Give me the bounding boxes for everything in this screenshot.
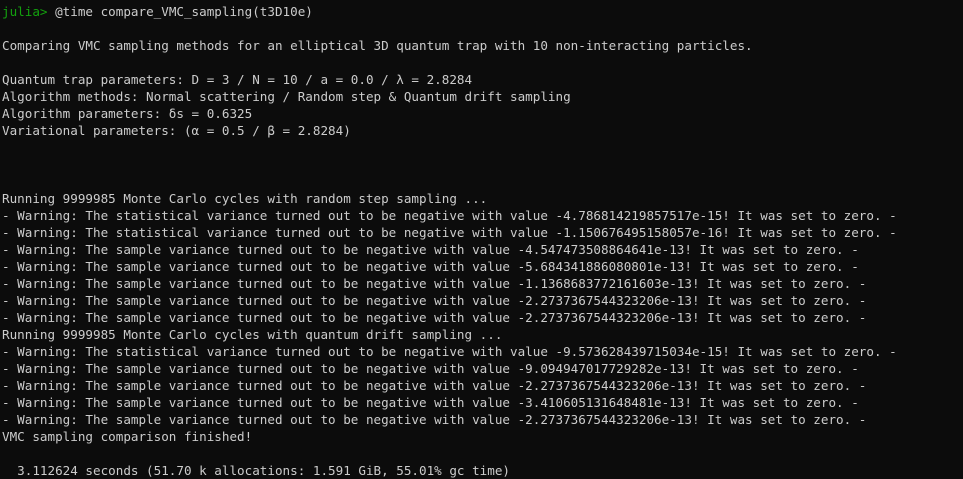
warning-line: - Warning: The sample variance turned ou… [2,259,859,274]
warning-line: - Warning: The sample variance turned ou… [2,412,867,427]
terminal-window[interactable]: julia> @time compare_VMC_sampling(t3D10e… [0,0,963,478]
warning-line: - Warning: The statistical variance turn… [2,208,897,223]
prompt-line: julia> @time compare_VMC_sampling(t3D10e… [2,3,963,20]
algorithm-methods-line: Algorithm methods: Normal scattering / R… [2,89,571,104]
warning-line: - Warning: The sample variance turned ou… [2,310,867,325]
warning-line: - Warning: The sample variance turned ou… [2,293,867,308]
warning-line: - Warning: The statistical variance turn… [2,344,897,359]
warning-line: - Warning: The sample variance turned ou… [2,276,867,291]
algorithm-params-line: Algorithm parameters: δs = 0.6325 [2,106,253,121]
variational-params-line: Variational parameters: (α = 0.5 / β = 2… [2,123,351,138]
warning-line: - Warning: The sample variance turned ou… [2,361,859,376]
julia-prompt: julia> [2,4,48,19]
command-text: @time compare_VMC_sampling(t3D10e) [47,4,313,19]
warning-line: - Warning: The sample variance turned ou… [2,242,859,257]
finished-line: VMC sampling comparison finished! [2,429,253,444]
intro-line: Comparing VMC sampling methods for an el… [2,38,753,53]
random-step-run-header: Running 9999985 Monte Carlo cycles with … [2,191,488,206]
warning-line: - Warning: The sample variance turned ou… [2,395,859,410]
trap-params-line: Quantum trap parameters: D = 3 / N = 10 … [2,72,473,87]
warning-line: - Warning: The sample variance turned ou… [2,378,867,393]
warning-line: - Warning: The statistical variance turn… [2,225,897,240]
quantum-drift-run-header: Running 9999985 Monte Carlo cycles with … [2,327,503,342]
